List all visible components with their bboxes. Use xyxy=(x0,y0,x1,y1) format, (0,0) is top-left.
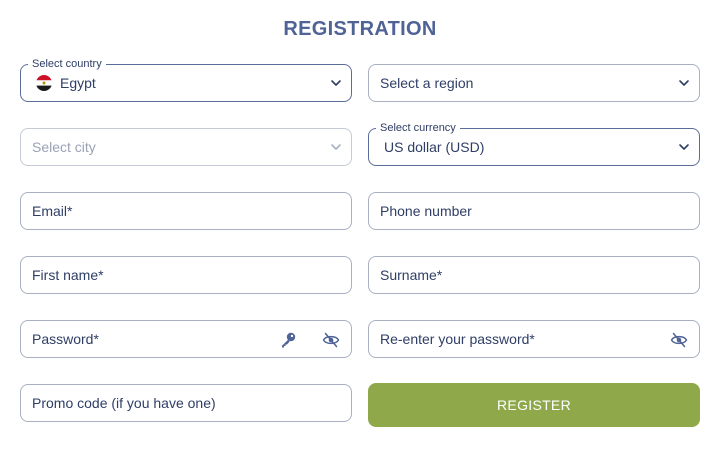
first-name-field-placeholder: First name* xyxy=(32,267,104,283)
phone-field[interactable]: Phone number xyxy=(368,192,700,230)
password-confirm-field[interactable]: Re-enter your password* xyxy=(368,320,700,358)
phone-field-placeholder: Phone number xyxy=(380,203,472,219)
eye-slash-icon[interactable] xyxy=(322,331,340,349)
currency-select-value: US dollar (USD) xyxy=(384,139,485,155)
surname-field-placeholder: Surname* xyxy=(380,267,443,283)
city-select[interactable]: Select city xyxy=(20,128,352,166)
chevron-down-icon xyxy=(679,144,689,150)
email-field-placeholder: Email* xyxy=(32,203,73,219)
egypt-flag-icon xyxy=(36,75,52,91)
password-field-placeholder: Password* xyxy=(32,331,99,347)
region-select-placeholder: Select a region xyxy=(380,75,474,91)
chevron-down-icon xyxy=(331,144,341,150)
city-select-placeholder: Select city xyxy=(32,139,96,155)
currency-select[interactable]: Select currency US dollar (USD) xyxy=(368,121,700,166)
password-confirm-field-placeholder: Re-enter your password* xyxy=(380,331,535,347)
key-icon[interactable] xyxy=(279,331,297,349)
country-select[interactable]: Select country Egypt xyxy=(20,57,352,102)
surname-field[interactable]: Surname* xyxy=(368,256,700,294)
email-field[interactable]: Email* xyxy=(20,192,352,230)
password-field[interactable]: Password* xyxy=(20,320,352,358)
eye-slash-icon[interactable] xyxy=(670,331,688,349)
promo-code-field[interactable]: Promo code (if you have one) xyxy=(20,384,352,422)
first-name-field[interactable]: First name* xyxy=(20,256,352,294)
promo-code-field-placeholder: Promo code (if you have one) xyxy=(32,395,216,411)
country-select-value: Egypt xyxy=(60,75,96,91)
page-title: REGISTRATION xyxy=(283,18,437,40)
chevron-down-icon xyxy=(331,80,341,86)
chevron-down-icon xyxy=(679,80,689,86)
register-button[interactable]: REGISTER xyxy=(368,383,700,427)
region-select[interactable]: Select a region xyxy=(368,64,700,102)
